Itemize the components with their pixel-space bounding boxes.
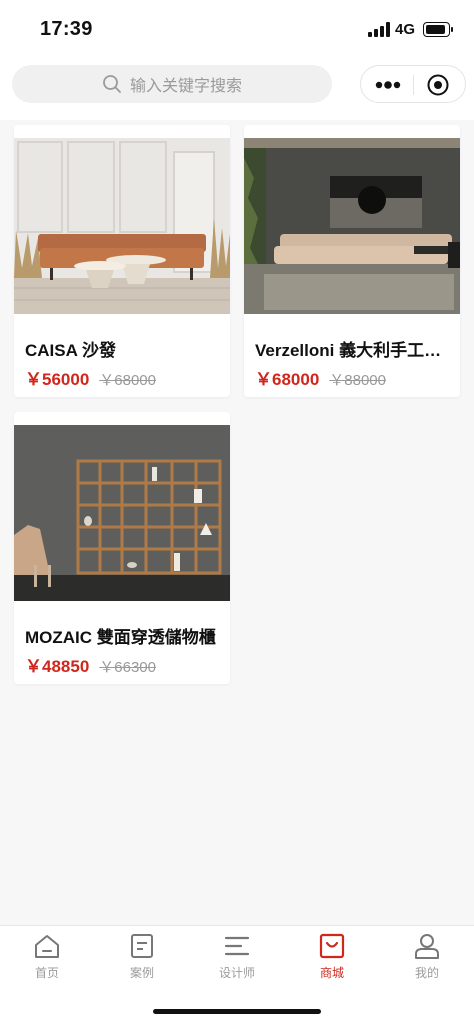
search-bar[interactable]: 输入关键字搜索: [12, 65, 332, 103]
product-image: [244, 138, 460, 314]
home-icon: [35, 935, 59, 958]
case-icon: [131, 934, 153, 958]
price-row: ￥56000 ￥68000: [25, 365, 156, 390]
original-price: ￥88000: [329, 372, 386, 389]
product-name: CAISA 沙發: [25, 341, 116, 360]
price-row: ￥48850 ￥66300: [25, 652, 156, 677]
tab-label: 设计师: [218, 966, 255, 980]
tab-designer[interactable]: 设计师: [190, 932, 284, 988]
product-image: [14, 138, 230, 314]
product-name: MOZAIC 雙面穿透儲物櫃: [25, 628, 216, 647]
tab-mall[interactable]: 商城: [285, 932, 379, 988]
designer-icon: [224, 936, 250, 956]
signal-icon: [368, 22, 390, 37]
original-price: ￥66300: [99, 659, 156, 676]
mini-program-capsule: [360, 65, 466, 103]
product-name: Verzelloni 義大利手工沙發: [255, 341, 451, 360]
search-placeholder: 输入关键字搜索: [129, 78, 242, 95]
product-image: [14, 425, 230, 601]
product-card[interactable]: Verzelloni 義大利手工沙發 ￥68000 ￥88000: [244, 125, 460, 397]
product-card[interactable]: MOZAIC 雙面穿透儲物櫃 ￥48850 ￥66300: [14, 412, 230, 684]
network-label: 4G: [395, 21, 416, 38]
tab-profile[interactable]: 我的: [380, 932, 474, 988]
tab-label: 商城: [319, 966, 344, 980]
tab-label: 我的: [414, 966, 439, 980]
product-price: ￥56000: [25, 370, 90, 389]
price-row: ￥68000 ￥88000: [255, 365, 386, 390]
status-bar: 17:39 4G: [0, 0, 474, 58]
product-card[interactable]: CAISA 沙發 ￥56000 ￥68000: [14, 125, 230, 397]
tab-label: 案例: [129, 966, 154, 980]
capsule-divider: [413, 75, 414, 95]
profile-icon: [415, 934, 439, 959]
mall-icon: [319, 933, 345, 959]
tab-case[interactable]: 案例: [95, 932, 189, 988]
more-icon[interactable]: [375, 81, 401, 89]
product-price: ￥68000: [255, 370, 320, 389]
status-time: 17:39: [40, 18, 93, 40]
tab-label: 首页: [34, 966, 59, 980]
battery-icon: [423, 22, 453, 37]
tab-home[interactable]: 首页: [0, 932, 94, 988]
original-price: ￥68000: [99, 372, 156, 389]
product-price: ￥48850: [25, 657, 90, 676]
header: 输入关键字搜索: [0, 58, 474, 120]
home-indicator: [153, 1009, 321, 1014]
close-icon[interactable]: [427, 74, 449, 96]
search-icon: [103, 75, 121, 93]
